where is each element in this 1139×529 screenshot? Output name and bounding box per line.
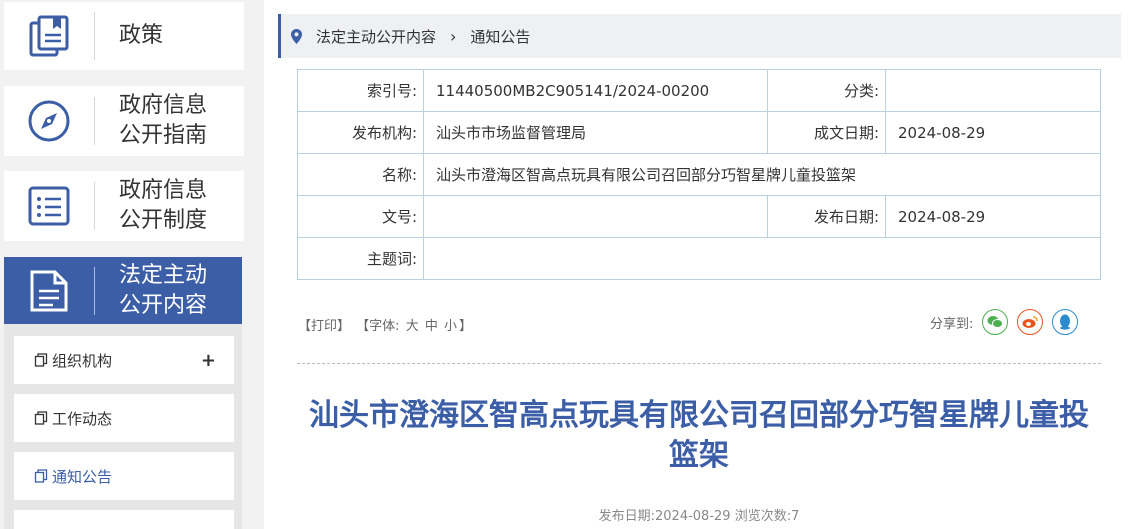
location-pin-icon	[291, 28, 302, 44]
nav-disclosure-guide-label: 政府信息公开指南	[119, 93, 208, 148]
wechat-icon[interactable]	[982, 309, 1009, 335]
share-label: 分享到:	[930, 316, 974, 332]
index-value: 11440500MB2C905141/2024-00200	[423, 69, 768, 112]
created-date-value: 2024-08-29	[885, 111, 1101, 154]
pub-date-label: 发布日期:	[767, 195, 886, 238]
compass-icon	[4, 99, 94, 143]
breadcrumb: 法定主动公开内容 › 通知公告	[278, 14, 1121, 58]
list-document-icon	[4, 184, 94, 228]
subnav-organization-label: 组织机构	[52, 351, 113, 370]
nav-statutory-disclosure-label: 法定主动公开内容	[119, 262, 208, 318]
nav-disclosure-system[interactable]: 政府信息公开制度	[4, 171, 244, 241]
share-bar: 分享到:	[930, 309, 1079, 335]
font-large-button[interactable]: 大	[406, 319, 419, 334]
category-value	[885, 69, 1101, 112]
subnav: 组织机构 + 工作动态 通知公告	[4, 324, 242, 529]
qq-icon[interactable]	[1052, 309, 1079, 335]
article-pub-date: 2024-08-29	[655, 509, 731, 524]
subnav-more[interactable]	[14, 510, 234, 529]
article-views: 7	[791, 509, 800, 524]
subnav-notices-label: 通知公告	[52, 467, 113, 486]
category-label: 分类:	[767, 69, 886, 112]
name-label: 名称:	[297, 153, 424, 196]
publisher-label: 发布机构:	[297, 111, 424, 154]
publisher-value: 汕头市市场监督管理局	[423, 111, 768, 154]
keywords-label: 主题词:	[297, 237, 424, 280]
keywords-value	[423, 237, 1101, 280]
font-size-label: 【字体:	[356, 319, 400, 334]
weibo-icon[interactable]	[1017, 309, 1044, 335]
article-views-label: 浏览次数:	[734, 509, 792, 524]
docno-label: 文号:	[297, 195, 424, 238]
nav-disclosure-guide[interactable]: 政府信息公开指南	[4, 86, 244, 156]
subnav-work-news-label: 工作动态	[52, 409, 113, 428]
subnav-notices[interactable]: 通知公告	[14, 452, 234, 500]
name-value: 汕头市澄海区智高点玩具有限公司召回部分巧智星牌儿童投篮架	[423, 153, 1101, 196]
copy-icon	[34, 469, 48, 483]
breadcrumb-notices[interactable]: 通知公告	[470, 26, 530, 47]
article-title: 汕头市澄海区智高点玩具有限公司召回部分巧智星牌儿童投篮架	[309, 398, 1089, 473]
article-tools: 【打印】 【字体: 大 中 小】	[298, 315, 474, 334]
breadcrumb-statutory[interactable]: 法定主动公开内容	[316, 26, 436, 47]
copy-icon	[34, 411, 48, 425]
font-medium-button[interactable]: 中	[425, 319, 438, 334]
subnav-organization[interactable]: 组织机构 +	[14, 336, 234, 384]
font-small-button[interactable]: 小	[444, 319, 457, 334]
nav-statutory-disclosure[interactable]: 法定主动公开内容	[4, 257, 242, 324]
article-pub-info: 发布日期:2024-08-29 浏览次数:7	[297, 505, 1101, 524]
font-size-close: 】	[459, 319, 473, 334]
chevron-right-icon: ›	[450, 26, 457, 46]
index-label: 索引号:	[297, 69, 424, 112]
article-pub-label: 发布日期:	[598, 509, 655, 524]
copy-icon	[34, 353, 48, 367]
document-stack-icon	[4, 15, 94, 57]
subnav-work-news[interactable]: 工作动态	[14, 394, 234, 442]
pub-date-value: 2024-08-29	[885, 195, 1101, 238]
nav-policy[interactable]: 政策	[4, 2, 244, 70]
print-button[interactable]: 【打印】	[298, 319, 350, 334]
sidebar: 政策 政府信息公开指南 政府信息公开制度 法定主动公开内容 组织机构 + 工作动…	[0, 0, 248, 529]
nav-policy-label: 政策	[119, 23, 164, 48]
docno-value	[423, 195, 768, 238]
main-content: 法定主动公开内容 › 通知公告 索引号: 11440500MB2C905141/…	[264, 0, 1139, 529]
expand-plus-icon[interactable]: +	[201, 350, 216, 371]
created-date-label: 成文日期:	[767, 111, 886, 154]
nav-disclosure-system-label: 政府信息公开制度	[119, 178, 208, 233]
metadata-table: 索引号: 11440500MB2C905141/2024-00200 分类: 发…	[297, 69, 1101, 280]
divider	[297, 363, 1101, 364]
file-text-icon	[4, 269, 94, 313]
